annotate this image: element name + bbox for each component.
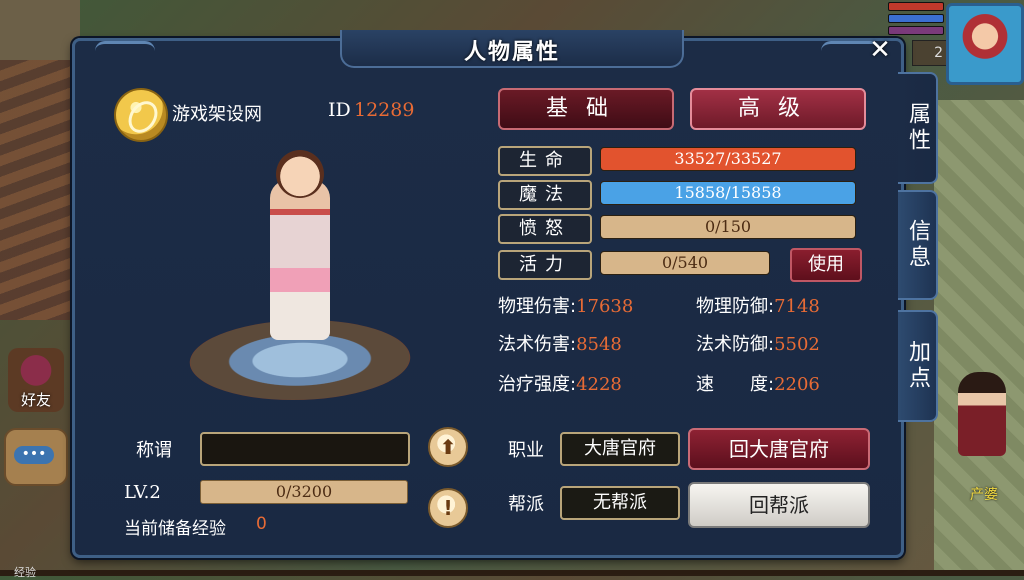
hp-bar: 33527/33527 bbox=[600, 147, 856, 171]
tab-add-points[interactable]: 加点 bbox=[898, 310, 938, 422]
attr-value: 5502 bbox=[774, 334, 820, 355]
panel-title-bar: 人物属性 bbox=[340, 30, 684, 68]
title-field[interactable] bbox=[200, 432, 410, 466]
hud-level-badge: 2 bbox=[912, 40, 948, 66]
experience-bar: 0/3200 bbox=[200, 480, 408, 504]
background-courtyard bbox=[934, 100, 1024, 576]
reserve-exp-value: 0 bbox=[256, 514, 267, 534]
attr-physical-damage: 物理伤害:17638 bbox=[498, 292, 633, 318]
level-label: LV.2 bbox=[124, 482, 161, 503]
tab-advanced[interactable]: 高级 bbox=[690, 88, 866, 130]
player-portrait[interactable] bbox=[946, 3, 1024, 85]
hud-status-bars bbox=[888, 2, 944, 38]
job-value: 大唐官府 bbox=[560, 432, 680, 466]
npc-midwife[interactable] bbox=[958, 372, 1006, 456]
attr-label: 速 度: bbox=[696, 374, 775, 395]
exp-strip bbox=[0, 570, 1024, 576]
chat-bubble-icon: ••• bbox=[14, 446, 54, 464]
background-building bbox=[0, 0, 80, 60]
hud-hp-bar bbox=[888, 2, 944, 11]
player-emblem-icon bbox=[114, 88, 168, 142]
background-roof bbox=[0, 60, 80, 320]
chat-button[interactable]: ••• bbox=[4, 428, 68, 486]
close-icon[interactable]: ✕ bbox=[866, 36, 894, 64]
npc-name-label: 产婆 bbox=[970, 487, 998, 503]
attr-magic-damage: 法术伤害:8548 bbox=[498, 330, 622, 356]
attr-value: 17638 bbox=[576, 296, 634, 317]
attr-value: 2206 bbox=[774, 374, 820, 395]
mp-label: 魔法 bbox=[498, 180, 592, 210]
rage-bar: 0/150 bbox=[600, 215, 856, 239]
attr-healing-power: 治疗强度:4228 bbox=[498, 370, 622, 396]
attr-physical-defense: 物理防御:7148 bbox=[696, 292, 820, 318]
return-guild-button[interactable]: 回帮派 bbox=[688, 482, 870, 528]
attr-value: 8548 bbox=[576, 334, 622, 355]
exclamation-icon[interactable]: ! bbox=[428, 488, 468, 528]
return-sect-button[interactable]: 回大唐官府 bbox=[688, 428, 870, 470]
title-label: 称谓 bbox=[136, 440, 172, 461]
hud-rage-bar bbox=[888, 26, 944, 35]
attr-speed: 速 度:2206 bbox=[696, 370, 820, 396]
player-name: 游戏架设网 bbox=[172, 104, 262, 125]
friend-button[interactable]: 好友 bbox=[8, 348, 64, 412]
reserve-exp-label: 当前储备经验 bbox=[124, 519, 226, 539]
attr-value: 7148 bbox=[774, 296, 820, 317]
job-label: 职业 bbox=[508, 440, 544, 461]
use-button[interactable]: 使用 bbox=[790, 248, 862, 282]
vitality-label: 活力 bbox=[498, 250, 592, 280]
guild-label: 帮派 bbox=[508, 494, 544, 515]
character-body bbox=[270, 180, 330, 340]
attr-value: 4228 bbox=[576, 374, 622, 395]
vitality-bar: 0/540 bbox=[600, 251, 770, 275]
hud-mp-bar bbox=[888, 14, 944, 23]
mp-bar: 15858/15858 bbox=[600, 181, 856, 205]
player-id-label: ID bbox=[328, 99, 351, 121]
character-model bbox=[180, 150, 420, 410]
rage-label: 愤怒 bbox=[498, 214, 592, 244]
guild-value: 无帮派 bbox=[560, 486, 680, 520]
hp-label: 生命 bbox=[498, 146, 592, 176]
attr-label: 物理防御: bbox=[696, 296, 775, 317]
panel-corner-ornament bbox=[95, 41, 155, 62]
level-up-icon[interactable]: ⬆ bbox=[428, 427, 468, 467]
friend-label: 好友 bbox=[20, 391, 51, 409]
attr-label: 物理伤害: bbox=[498, 296, 577, 317]
character-head bbox=[276, 150, 324, 198]
tab-info[interactable]: 信息 bbox=[898, 190, 938, 300]
tab-basic[interactable]: 基础 bbox=[498, 88, 674, 130]
exp-strip-label: 经验 bbox=[14, 566, 36, 579]
tab-attributes[interactable]: 属性 bbox=[898, 72, 938, 184]
player-id-value: 12289 bbox=[354, 99, 415, 121]
attr-label: 法术防御: bbox=[696, 334, 775, 355]
attr-label: 法术伤害: bbox=[498, 334, 577, 355]
attr-label: 治疗强度: bbox=[498, 374, 577, 395]
panel-title: 人物属性 bbox=[463, 40, 560, 65]
attr-magic-defense: 法术防御:5502 bbox=[696, 330, 820, 356]
